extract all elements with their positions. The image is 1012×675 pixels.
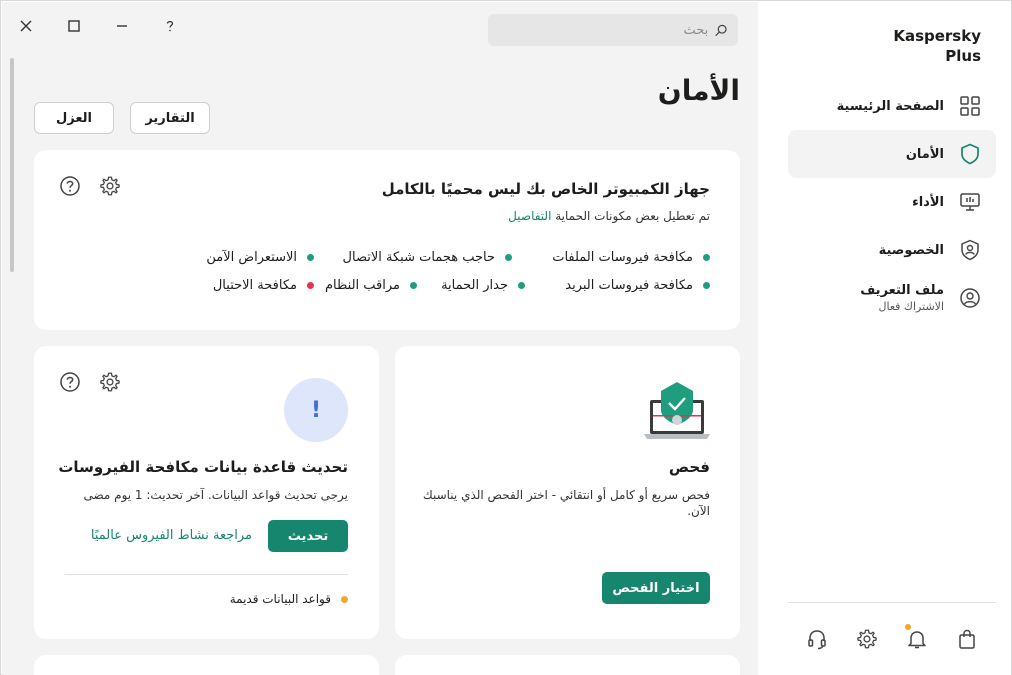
app-title-line2: Plus (945, 47, 981, 65)
close-window-button[interactable] (12, 12, 40, 40)
question-icon (166, 20, 174, 32)
database-update-card: ! تحديث قاعدة بيانات مكافحة الفيروسات ير… (34, 346, 379, 639)
maximize-icon (68, 20, 80, 32)
update-button[interactable]: تحديث (268, 520, 348, 552)
help-circle-icon (60, 176, 80, 196)
warning-dot (341, 595, 348, 603)
status-help-button[interactable] (58, 174, 82, 198)
card-partial-left (34, 655, 379, 675)
global-virus-activity-link[interactable]: مراجعة نشاط الفيروس عالميًا (91, 528, 252, 543)
component-safe-browsing[interactable]: الاستعراض الآمن (206, 250, 314, 265)
reports-button[interactable]: التقارير (130, 102, 210, 134)
component-label: جدار الحماية (441, 278, 508, 293)
minimize-icon (117, 25, 127, 27)
shopping-bag-icon (959, 629, 975, 649)
choose-scan-button[interactable]: اختيار الفحص (602, 572, 710, 604)
update-card-description: يرجى تحديث قواعد البيانات. آخر تحديث: 1 … (83, 488, 348, 502)
gear-icon (857, 629, 877, 649)
warning-badge: ! (284, 378, 348, 442)
component-label: الاستعراض الآمن (206, 250, 297, 265)
search-input[interactable] (498, 22, 709, 38)
status-on-dot (703, 254, 710, 261)
sidebar-divider (788, 602, 996, 603)
maximize-window-button[interactable] (60, 12, 88, 40)
bell-icon (908, 631, 926, 649)
component-label: حاجب هجمات شبكة الاتصال (342, 250, 495, 265)
app-window: الأمان التقارير العزل جهاز الكمبيوتر الخ… (0, 0, 1012, 675)
main-content: الأمان التقارير العزل جهاز الكمبيوتر الخ… (2, 2, 758, 675)
sidebar-item-label: الأداء (912, 194, 944, 210)
minimize-window-button[interactable] (108, 12, 136, 40)
sidebar-item-label: الخصوصية (878, 242, 944, 258)
status-settings-button[interactable] (98, 174, 122, 198)
protection-status-card: جهاز الكمبيوتر الخاص بك ليس محميًا بالكا… (34, 150, 740, 330)
status-on-dot (410, 282, 417, 289)
search-box[interactable] (488, 14, 738, 46)
update-settings-button[interactable] (98, 370, 122, 394)
scan-card-description: فحص سريع أو كامل أو انتقائي - اختر الفحص… (422, 488, 710, 518)
component-label: مكافحة فيروسات الملفات (552, 250, 693, 265)
notification-badge (905, 624, 911, 630)
gear-icon (100, 372, 120, 392)
headset-icon (808, 630, 826, 650)
sidebar: Kaspersky Plus الصفحة الرئيسية الأمان ال… (758, 2, 1011, 675)
quarantine-button[interactable]: العزل (34, 102, 114, 134)
shield-icon (958, 142, 982, 166)
card-divider (65, 574, 348, 575)
status-on-dot (307, 254, 314, 261)
status-subtitle-text: تم تعطيل بعض مكونات الحماية (555, 209, 710, 223)
sidebar-item-profile[interactable]: ملف التعريف الاشتراك فعال (788, 274, 996, 322)
sidebar-item-label: ملف التعريف (860, 283, 944, 298)
protection-status-title: جهاز الكمبيوتر الخاص بك ليس محميًا بالكا… (381, 180, 710, 198)
search-icon (715, 24, 727, 36)
database-status: قواعد البيانات قديمة (230, 592, 348, 606)
profile-icon (958, 286, 982, 310)
gear-icon (100, 176, 120, 196)
details-link[interactable]: التفاصيل (508, 209, 551, 223)
status-on-dot (518, 282, 525, 289)
app-title-line1: Kaspersky (893, 27, 981, 45)
app-title: Kaspersky Plus (893, 26, 981, 66)
component-anti-phishing[interactable]: مكافحة الاحتيال (213, 278, 314, 293)
update-card-title: تحديث قاعدة بيانات مكافحة الفيروسات (58, 458, 348, 476)
support-button[interactable] (804, 626, 830, 652)
component-mail-antivirus[interactable]: مكافحة فيروسات البريد (565, 278, 710, 293)
settings-button[interactable] (854, 626, 880, 652)
sidebar-item-security[interactable]: الأمان (788, 130, 996, 178)
component-network-attack-blocker[interactable]: حاجب هجمات شبكة الاتصال (343, 250, 512, 265)
help-window-button[interactable] (156, 12, 184, 40)
dashboard-icon (958, 94, 982, 118)
component-system-watcher[interactable]: مراقب النظام (325, 278, 417, 293)
component-label: مكافحة فيروسات البريد (565, 278, 693, 293)
protection-status-subtitle: تم تعطيل بعض مكونات الحماية التفاصيل (508, 209, 710, 223)
component-label: مكافحة الاحتيال (212, 278, 297, 293)
sidebar-item-privacy[interactable]: الخصوصية (788, 226, 996, 274)
card-partial-right (395, 655, 740, 675)
scan-laptop-icon (644, 382, 710, 439)
page-title: الأمان (657, 74, 740, 107)
status-off-dot (307, 282, 314, 289)
status-on-dot (703, 282, 710, 289)
close-icon (20, 20, 32, 32)
sidebar-item-home[interactable]: الصفحة الرئيسية (788, 82, 996, 130)
store-button[interactable] (954, 626, 980, 652)
database-status-label: قواعد البيانات قديمة (229, 592, 331, 606)
subscription-status: الاشتراك فعال (878, 300, 944, 313)
sidebar-item-label: الصفحة الرئيسية (836, 98, 944, 114)
component-file-antivirus[interactable]: مكافحة فيروسات الملفات (552, 250, 710, 265)
vertical-scrollbar[interactable] (10, 58, 14, 272)
scan-card-title: فحص (668, 458, 710, 476)
update-help-button[interactable] (58, 370, 82, 394)
performance-icon (958, 190, 982, 214)
profile-text: ملف التعريف الاشتراك فعال (860, 283, 944, 313)
component-firewall[interactable]: جدار الحماية (441, 278, 525, 293)
scan-card: فحص فحص سريع أو كامل أو انتقائي - اختر ا… (395, 346, 740, 639)
component-label: مراقب النظام (324, 278, 400, 293)
notifications-button[interactable] (904, 624, 930, 652)
sidebar-item-performance[interactable]: الأداء (788, 178, 996, 226)
privacy-icon (958, 238, 982, 262)
sidebar-item-label: الأمان (905, 146, 944, 162)
help-circle-icon (60, 372, 80, 392)
status-on-dot (505, 254, 512, 261)
